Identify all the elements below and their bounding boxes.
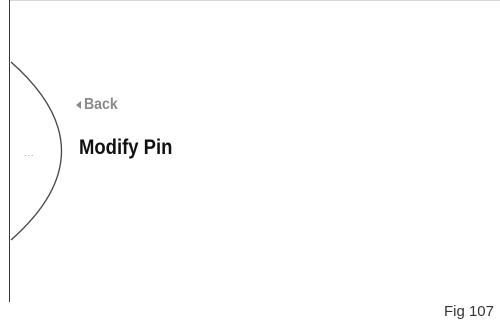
figure-frame: ... Back Modify Pin Fig 107 xyxy=(0,0,500,321)
ellipsis-indicator: ... xyxy=(24,148,35,158)
back-button[interactable]: Back xyxy=(76,96,122,114)
back-label: Back xyxy=(84,96,118,113)
back-arrow-icon xyxy=(76,101,81,109)
figure-caption: Fig 107 xyxy=(443,303,494,320)
page-title: Modify Pin xyxy=(79,136,173,159)
dial-arc xyxy=(10,61,63,241)
